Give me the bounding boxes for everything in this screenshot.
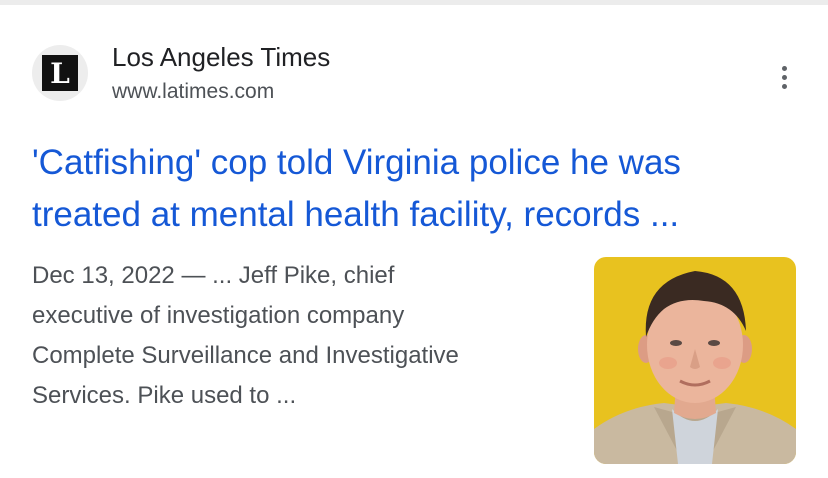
blackletter-l-icon: L (50, 58, 70, 88)
result-snippet: Dec 13, 2022 — ... Jeff Pike, chief exec… (32, 256, 572, 416)
result-title-line: treated at mental health facility, recor… (32, 195, 680, 234)
snippet-line: Dec 13, 2022 — ... Jeff Pike, chief (32, 262, 395, 289)
source-name[interactable]: Los Angeles Times (112, 41, 330, 73)
los-angeles-times-logo-icon: L (42, 55, 78, 91)
search-result-card: L Los Angeles Times www.latimes.com 'Cat… (0, 5, 828, 478)
portrait-photo-thumbnail (594, 257, 796, 464)
more-vert-icon-dot (781, 74, 787, 80)
more-vert-icon-dot (781, 83, 787, 89)
source-url[interactable]: www.latimes.com (112, 79, 274, 105)
result-title-line: 'Catfishing' cop told Virginia police he… (32, 143, 681, 182)
snippet-line: Complete Surveillance and Investigative (32, 342, 459, 369)
logo-letter: L (50, 58, 70, 88)
source-logo-icon[interactable]: L (32, 45, 88, 101)
result-thumbnail-image[interactable] (594, 257, 796, 464)
snippet-line: Services. Pike used to ... (32, 382, 297, 409)
more-options-button[interactable] (764, 57, 804, 97)
result-title-link[interactable]: 'Catfishing' cop told Virginia police he… (32, 137, 802, 241)
snippet-line: executive of investigation company (32, 302, 405, 329)
more-vert-icon (781, 65, 787, 71)
